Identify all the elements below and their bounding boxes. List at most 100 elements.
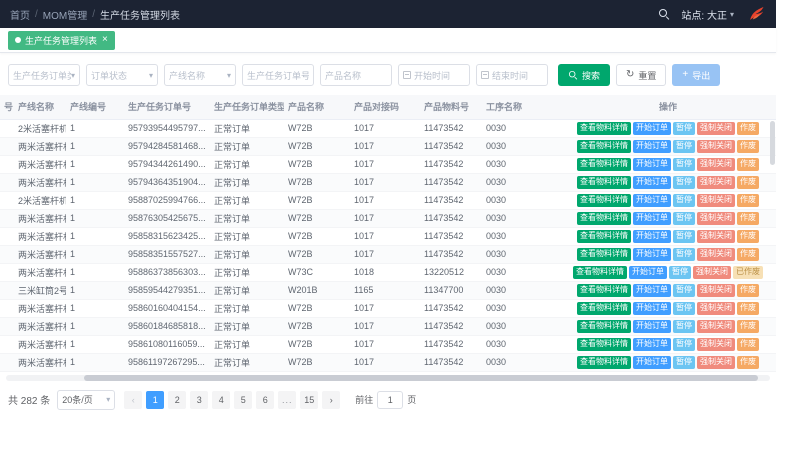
- view-material-button[interactable]: 查看物料详情: [577, 122, 631, 135]
- force-close-button[interactable]: 强制关闭: [697, 176, 735, 189]
- start-order-button[interactable]: 开始订单: [633, 176, 671, 189]
- pause-button[interactable]: 暂停: [673, 194, 695, 207]
- start-order-button[interactable]: 开始订单: [633, 122, 671, 135]
- force-close-button[interactable]: 强制关闭: [697, 122, 735, 135]
- horizontal-scrollbar[interactable]: [6, 375, 770, 381]
- page-button[interactable]: 1: [146, 391, 164, 409]
- start-order-button[interactable]: 开始订单: [633, 302, 671, 315]
- page-size-select[interactable]: 20条/页 ▾: [57, 390, 115, 410]
- void-button[interactable]: 作废: [737, 122, 759, 135]
- pause-button[interactable]: 暂停: [673, 248, 695, 261]
- force-close-button[interactable]: 强制关闭: [697, 302, 735, 315]
- page-button[interactable]: 6: [256, 391, 274, 409]
- page-button[interactable]: 2: [168, 391, 186, 409]
- close-icon[interactable]: ×: [102, 35, 108, 45]
- view-material-button[interactable]: 查看物料详情: [577, 230, 631, 243]
- pause-button[interactable]: 暂停: [673, 212, 695, 225]
- view-material-button[interactable]: 查看物料详情: [577, 194, 631, 207]
- view-material-button[interactable]: 查看物料详情: [577, 284, 631, 297]
- pause-button[interactable]: 暂停: [673, 338, 695, 351]
- void-button[interactable]: 已作废: [733, 266, 763, 279]
- search-icon[interactable]: [659, 9, 669, 19]
- view-material-button[interactable]: 查看物料详情: [577, 302, 631, 315]
- pause-button[interactable]: 暂停: [673, 356, 695, 369]
- force-close-button[interactable]: 强制关闭: [697, 212, 735, 225]
- pause-button[interactable]: 暂停: [673, 158, 695, 171]
- site-selector[interactable]: 站点: 大正 ▾: [681, 7, 734, 22]
- breadcrumb-mom[interactable]: MOM管理: [43, 7, 87, 22]
- tab-production-task-list[interactable]: 生产任务管理列表 ×: [8, 31, 115, 50]
- line-name-select[interactable]: 产线名称 ▾: [164, 64, 236, 86]
- start-time-picker[interactable]: 开始时间: [398, 64, 470, 86]
- order-type-select[interactable]: 生产任务订单类型 ▾: [8, 64, 80, 86]
- force-close-button[interactable]: 强制关闭: [697, 230, 735, 243]
- force-close-button[interactable]: 强制关闭: [693, 266, 731, 279]
- void-button[interactable]: 作废: [737, 194, 759, 207]
- force-close-button[interactable]: 强制关闭: [697, 356, 735, 369]
- pause-button[interactable]: 暂停: [673, 320, 695, 333]
- start-order-button[interactable]: 开始订单: [633, 356, 671, 369]
- end-time-picker[interactable]: 结束时间: [476, 64, 548, 86]
- start-order-button[interactable]: 开始订单: [633, 230, 671, 243]
- start-order-button[interactable]: 开始订单: [633, 248, 671, 261]
- pause-button[interactable]: 暂停: [673, 284, 695, 297]
- start-order-button[interactable]: 开始订单: [633, 140, 671, 153]
- order-no-input[interactable]: 生产任务订单号: [242, 64, 314, 86]
- more-pages[interactable]: ...: [278, 391, 296, 409]
- void-button[interactable]: 作废: [737, 338, 759, 351]
- view-material-button[interactable]: 查看物料详情: [573, 266, 627, 279]
- force-close-button[interactable]: 强制关闭: [697, 320, 735, 333]
- force-close-button[interactable]: 强制关闭: [697, 140, 735, 153]
- view-material-button[interactable]: 查看物料详情: [577, 176, 631, 189]
- void-button[interactable]: 作废: [737, 140, 759, 153]
- pause-button[interactable]: 暂停: [669, 266, 691, 279]
- void-button[interactable]: 作废: [737, 158, 759, 171]
- search-button[interactable]: 搜索: [558, 64, 610, 86]
- view-material-button[interactable]: 查看物料详情: [577, 338, 631, 351]
- view-material-button[interactable]: 查看物料详情: [577, 320, 631, 333]
- breadcrumb-home[interactable]: 首页: [10, 7, 30, 22]
- start-order-button[interactable]: 开始订单: [633, 320, 671, 333]
- page-button[interactable]: 5: [234, 391, 252, 409]
- void-button[interactable]: 作废: [737, 212, 759, 225]
- prev-page-button[interactable]: ‹: [124, 391, 142, 409]
- vertical-scrollbar-thumb[interactable]: [770, 121, 775, 165]
- start-order-button[interactable]: 开始订单: [633, 284, 671, 297]
- start-order-button[interactable]: 开始订单: [633, 158, 671, 171]
- void-button[interactable]: 作废: [737, 230, 759, 243]
- force-close-button[interactable]: 强制关闭: [697, 284, 735, 297]
- start-order-button[interactable]: 开始订单: [629, 266, 667, 279]
- goto-page-input[interactable]: [377, 391, 403, 409]
- page-button[interactable]: 15: [300, 391, 318, 409]
- void-button[interactable]: 作废: [737, 248, 759, 261]
- start-order-button[interactable]: 开始订单: [633, 338, 671, 351]
- start-order-button[interactable]: 开始订单: [633, 194, 671, 207]
- void-button[interactable]: 作废: [737, 302, 759, 315]
- pause-button[interactable]: 暂停: [673, 140, 695, 153]
- view-material-button[interactable]: 查看物料详情: [577, 212, 631, 225]
- horizontal-scrollbar-thumb[interactable]: [84, 375, 758, 381]
- force-close-button[interactable]: 强制关闭: [697, 338, 735, 351]
- product-name-input[interactable]: 产品名称: [320, 64, 392, 86]
- void-button[interactable]: 作废: [737, 320, 759, 333]
- reset-button[interactable]: ↻ 重置: [616, 64, 666, 86]
- next-page-button[interactable]: ›: [322, 391, 340, 409]
- view-material-button[interactable]: 查看物料详情: [577, 248, 631, 261]
- pause-button[interactable]: 暂停: [673, 302, 695, 315]
- order-status-select[interactable]: 订单状态 ▾: [86, 64, 158, 86]
- page-button[interactable]: 4: [212, 391, 230, 409]
- page-button[interactable]: 3: [190, 391, 208, 409]
- view-material-button[interactable]: 查看物料详情: [577, 140, 631, 153]
- export-button[interactable]: + 导出: [672, 64, 720, 86]
- void-button[interactable]: 作废: [737, 284, 759, 297]
- pause-button[interactable]: 暂停: [673, 230, 695, 243]
- vertical-scrollbar[interactable]: [770, 121, 775, 241]
- start-order-button[interactable]: 开始订单: [633, 212, 671, 225]
- pause-button[interactable]: 暂停: [673, 122, 695, 135]
- view-material-button[interactable]: 查看物料详情: [577, 356, 631, 369]
- view-material-button[interactable]: 查看物料详情: [577, 158, 631, 171]
- void-button[interactable]: 作废: [737, 356, 759, 369]
- pause-button[interactable]: 暂停: [673, 176, 695, 189]
- force-close-button[interactable]: 强制关闭: [697, 158, 735, 171]
- void-button[interactable]: 作废: [737, 176, 759, 189]
